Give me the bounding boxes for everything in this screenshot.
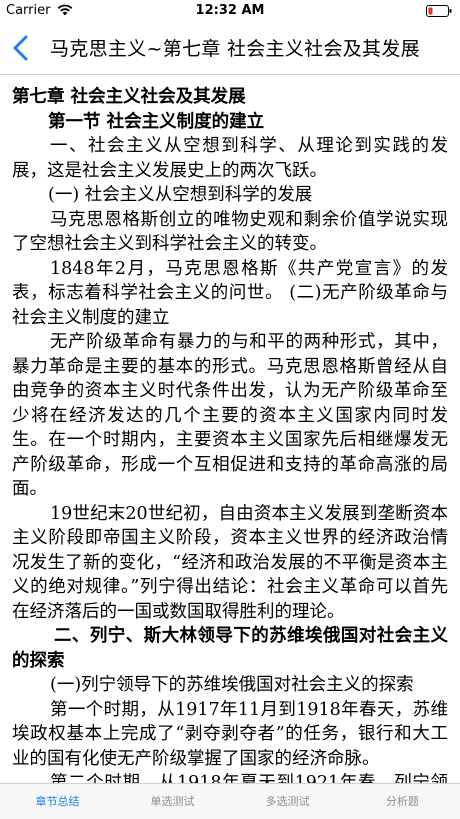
navigation-bar: 马克思主义~第七章 社会主义社会及其发展 — [0, 22, 460, 75]
paragraph: 1848年2月，马克思恩格斯《共产党宣言》的发表，标志着科学社会主义的问世。 (… — [12, 258, 448, 328]
paragraph: 第二个时期，从1918年夏天到1921年春，列宁领导的苏维埃政权实行了以取消商品… — [50, 773, 448, 783]
status-time: 12:32 AM — [195, 3, 265, 18]
chapter-summary-text[interactable]: 第七章 社会主义社会及其发展 第一节 社会主义制度的建立 一、社会主义从空想到科… — [0, 75, 460, 783]
back-chevron-icon[interactable] — [10, 34, 32, 62]
paragraph-subheading: (一) 社会主义从空想到科学的发展 — [48, 185, 313, 205]
battery-icon — [426, 5, 452, 17]
section-heading: 第一节 社会主义制度的建立 — [48, 111, 265, 132]
paragraph-subheading: (一)列宁领导下的苏维埃俄国对社会主义的探索 — [50, 675, 414, 695]
paragraph: 无产阶级革命有暴力的与和平的两种形式，其中，暴力革命是主要的基本的形式。马克思恩… — [12, 332, 448, 499]
paragraph: 一、社会主义从空想到科学、从理论到实践的发展，这是社会主义发展史上的两次飞跃。 — [12, 136, 448, 181]
tab-chapter-summary[interactable]: 章节总结 — [0, 784, 115, 819]
chapter-heading: 第七章 社会主义社会及其发展 — [12, 87, 246, 107]
page-title: 马克思主义~第七章 社会主义社会及其发展 — [50, 38, 420, 60]
tab-multiple-choice[interactable]: 多选测试 — [230, 784, 345, 819]
paragraph: 19世纪末20世纪初，自由资本主义发展到垄断资本主义阶段即帝国主义阶段，资本主义… — [12, 503, 448, 622]
section-heading-2: 二、列宁、斯大林领导下的苏维埃俄国对社会主义的探索 — [12, 626, 448, 671]
tab-bar: 章节总结 单选测试 多选测试 分析题 — [0, 783, 460, 819]
status-bar: Carrier 12:32 AM — [0, 0, 460, 22]
tab-single-choice[interactable]: 单选测试 — [115, 784, 230, 819]
tab-analysis[interactable]: 分析题 — [345, 784, 460, 819]
paragraph: 马克思恩格斯创立的唯物史观和剩余价值学说实现了空想社会主义到科学社会主义的转变。 — [12, 209, 448, 255]
paragraph: 第一个时期，从1917年11月到1918年春天，苏维埃政权基本上完成了“剥夺剥夺… — [12, 699, 448, 769]
